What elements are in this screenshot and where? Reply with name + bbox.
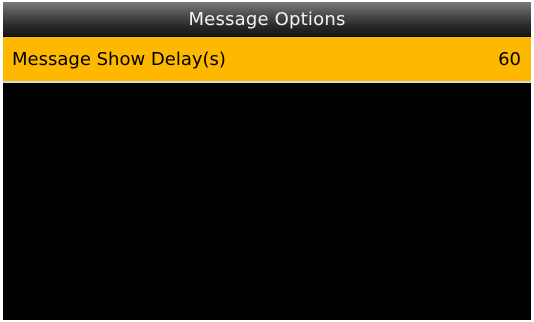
page-title: Message Options [188, 8, 346, 30]
menu-item-message-show-delay[interactable]: Message Show Delay(s) 60 [3, 37, 531, 83]
title-bar: Message Options [3, 2, 531, 37]
menu-item-value: 60 [498, 48, 521, 70]
device-screen: Message Options Message Show Delay(s) 60 [3, 2, 531, 320]
options-list: Message Show Delay(s) 60 [3, 37, 531, 83]
menu-item-label: Message Show Delay(s) [12, 48, 226, 70]
